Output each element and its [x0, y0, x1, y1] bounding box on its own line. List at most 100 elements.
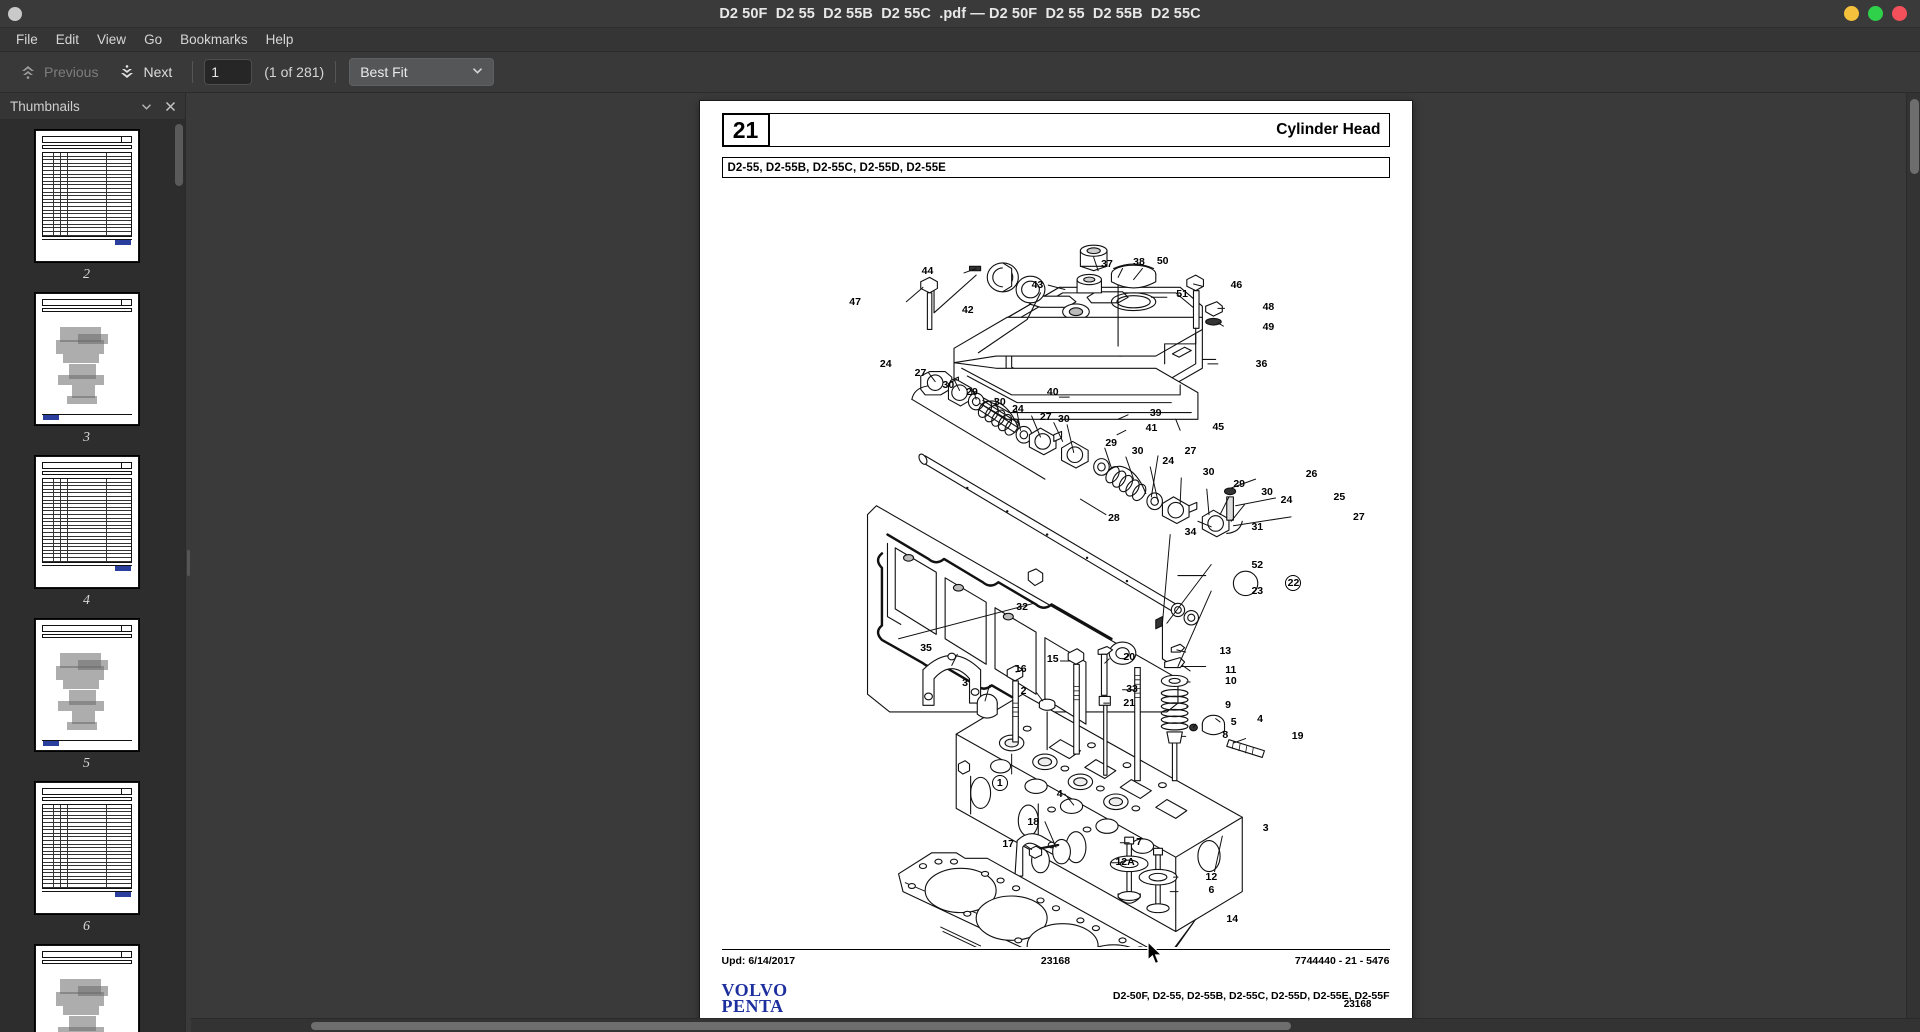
diagram-callout: 37 — [1101, 258, 1113, 271]
diagram-callout: 50 — [1156, 254, 1169, 267]
page-count-label: (1 of 281) — [264, 64, 325, 80]
thumbnail-page-4[interactable] — [34, 456, 139, 588]
diagram-callout: 27 — [1353, 510, 1365, 523]
diagram-callout: 49 — [1262, 321, 1275, 334]
diagram-callout: 24 — [879, 357, 892, 370]
previous-page-label: Previous — [44, 64, 99, 80]
footer-doc-id: 7744440 - 21 - 5476 — [1294, 954, 1390, 967]
diagram-callout: 15 — [1046, 652, 1059, 665]
thumbnail-page-6[interactable] — [34, 782, 139, 914]
diagram-callout: 2 — [1020, 684, 1027, 697]
diagram-callout: 10 — [1225, 674, 1237, 687]
title-bar: D2 50F D2 55 D2 55B D2 55C .pdf — D2 50F… — [0, 0, 1920, 28]
diagram-callout: 30 — [1131, 445, 1144, 458]
diagram-callout: 12 — [1205, 871, 1218, 884]
brand-line-2: PENTA — [721, 996, 784, 1016]
exploded-diagram: 44 43 47 42 37 38 50 51 46 48 49 36 24 27 30 29 30 24 40 27… — [722, 182, 1390, 947]
thumbnail-item[interactable]: 6 — [34, 782, 139, 935]
diagram-callout: 28 — [1108, 511, 1120, 524]
diagram-callout: 44 — [921, 264, 934, 277]
menu-go[interactable]: Go — [135, 30, 171, 49]
menu-bookmarks[interactable]: Bookmarks — [171, 30, 257, 49]
diagram-callout: 41 — [1145, 422, 1158, 435]
thumbnail-label: 4 — [83, 593, 90, 608]
diagram-callout: 29 — [966, 385, 978, 398]
diagram-callout: 32 — [1016, 600, 1028, 613]
diagram-callout: 27 — [1039, 411, 1052, 424]
page-canvas-area[interactable]: 21 Cylinder Head D2-55, D2-55B, D2-55C, … — [191, 93, 1920, 1018]
menu-view[interactable]: View — [88, 30, 135, 49]
page-subtitle: D2-55, D2-55B, D2-55C, D2-55D, D2-55E — [721, 157, 1390, 178]
viewer-horizontal-scrollbar-thumb[interactable] — [311, 1022, 1291, 1030]
chevron-down-icon[interactable] — [140, 100, 153, 113]
sidebar-scrollbar[interactable] — [173, 120, 185, 1032]
toolbar-separator-2 — [335, 61, 337, 83]
diagram-callout: 27 — [914, 366, 927, 379]
thumbnail-item[interactable]: 3 — [34, 293, 139, 446]
menu-file[interactable]: File — [7, 30, 47, 49]
thumbnail-page-3[interactable] — [34, 293, 139, 425]
diagram-callout: 43 — [1031, 279, 1044, 292]
thumbnail-label: 3 — [83, 430, 90, 445]
thumbnails-sidebar: Thumbnails 2 3 4 5 6 7 — [0, 93, 186, 1032]
previous-page-button[interactable]: Previous — [10, 59, 107, 85]
pdf-page: 21 Cylinder Head D2-55, D2-55B, D2-55C, … — [699, 101, 1412, 1018]
diagram-callout: 23 — [1251, 585, 1264, 598]
menu-edit[interactable]: Edit — [47, 30, 88, 49]
diagram-callout: 4 — [1257, 712, 1263, 725]
diagram-callout: 38 — [1133, 255, 1145, 268]
diagram-callout: 19 — [1291, 730, 1304, 743]
menu-bar: File Edit View Go Bookmarks Help — [0, 28, 1920, 52]
sidebar-scrollbar-thumb[interactable] — [175, 124, 183, 186]
diagram-callout: 30 — [993, 395, 1006, 408]
thumbnail-item[interactable]: 2 — [34, 130, 139, 283]
footer-center-id: 23168 — [1040, 954, 1071, 967]
chapter-number: 21 — [721, 113, 770, 147]
diagram-callout: 34 — [1184, 526, 1197, 539]
thumbnail-label: 2 — [83, 267, 90, 282]
diagram-callout: 52 — [1251, 558, 1264, 571]
thumbnail-item[interactable]: 5 — [34, 619, 139, 772]
diagram-callout: 5 — [1230, 715, 1237, 728]
diagram-callout: 48 — [1262, 301, 1275, 314]
diagram-callout: 25 — [1333, 490, 1346, 503]
thumbnail-item[interactable]: 7 — [34, 945, 139, 1032]
next-page-label: Next — [143, 64, 173, 80]
thumbnail-label: 6 — [83, 919, 90, 934]
diagram-callout: 22 — [1285, 575, 1302, 592]
diagram-callout: 21 — [1123, 697, 1136, 710]
viewer-horizontal-scrollbar[interactable] — [191, 1018, 1920, 1032]
menu-help[interactable]: Help — [257, 30, 303, 49]
artwork-number: 23168 — [1343, 999, 1372, 1010]
page-footer: Upd: 6/14/2017 23168 7744440 - 21 - 5476 — [722, 950, 1390, 968]
page-header: 21 Cylinder Head — [721, 113, 1390, 147]
zoom-level-value: Best Fit — [360, 64, 408, 80]
diagram-callout: 17 — [1002, 837, 1015, 850]
page-title: Cylinder Head — [769, 113, 1390, 147]
toolbar-separator-1 — [192, 61, 194, 83]
diagram-callout: 18 — [1027, 815, 1040, 828]
viewer-vertical-scrollbar[interactable] — [1906, 93, 1920, 1018]
window-title: D2 50F D2 55 D2 55B D2 55C .pdf — D2 50F… — [719, 5, 1201, 22]
diagram-callout: 20 — [1123, 650, 1136, 663]
diagram-callout: 40 — [1046, 385, 1059, 398]
zoom-level-select[interactable]: Best Fit — [349, 58, 495, 86]
diagram-callout: 14 — [1226, 913, 1239, 926]
thumbnail-page-7[interactable] — [34, 945, 139, 1032]
next-page-button[interactable]: Next — [109, 59, 181, 85]
diagram-callout: 6 — [1208, 884, 1215, 897]
thumbnail-page-2[interactable] — [34, 130, 139, 262]
arrow-down-icon — [118, 63, 136, 81]
thumbnails-scroll-area: 2 3 4 5 6 7 — [0, 120, 185, 1032]
viewer-vertical-scrollbar-thumb[interactable] — [1910, 99, 1919, 174]
sidebar-header: Thumbnails — [0, 93, 185, 120]
diagram-callout: 31 — [1251, 520, 1264, 533]
diagram-callout: 26 — [1305, 467, 1318, 480]
diagram-callout: 7 — [1136, 835, 1142, 848]
thumbnail-item[interactable]: 4 — [34, 456, 139, 609]
thumbnail-page-5[interactable] — [34, 619, 139, 751]
thumbnail-list: 2 3 4 5 6 7 — [0, 120, 173, 1032]
close-icon[interactable] — [164, 100, 177, 113]
page-number-input[interactable] — [204, 59, 253, 85]
diagram-callout: 3 — [962, 677, 968, 690]
